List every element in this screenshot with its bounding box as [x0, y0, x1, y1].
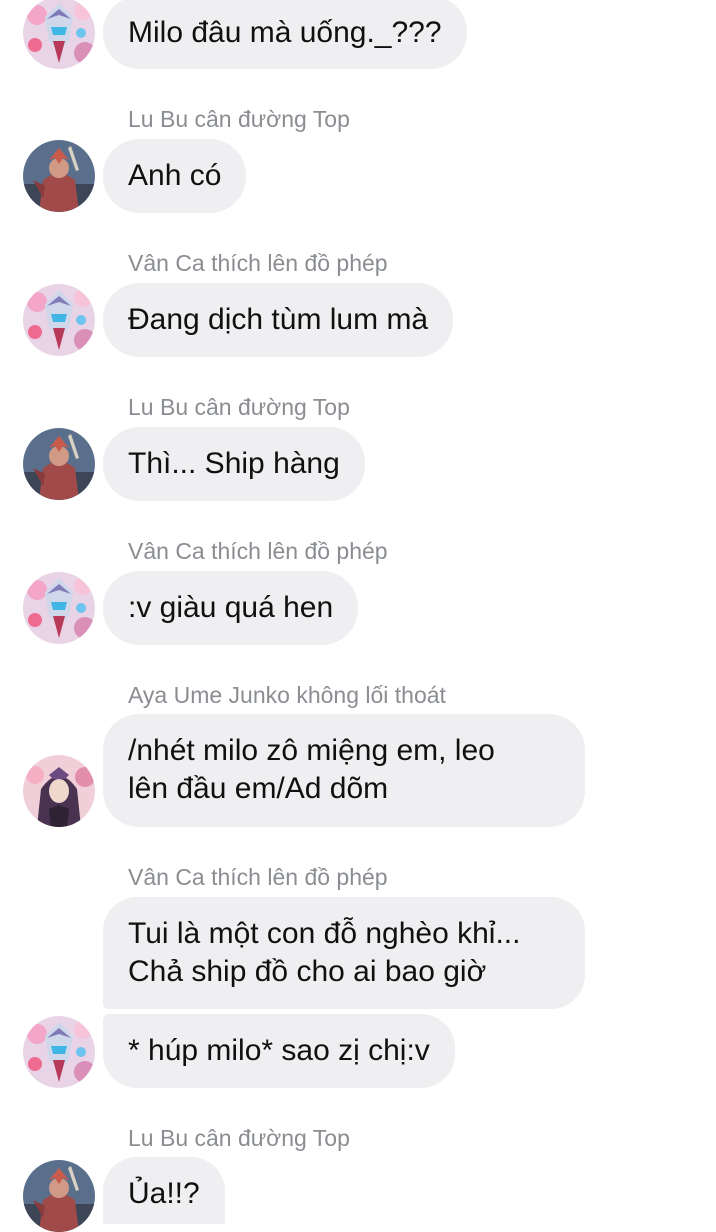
avatar[interactable]	[23, 572, 95, 644]
message-bubble[interactable]: Ủa!!?	[103, 1157, 225, 1224]
message-bubble[interactable]: Thì... Ship hàng	[103, 427, 365, 501]
message-text: Anh có	[128, 159, 222, 192]
message-text-line: Tui là một con đỗ nghèo khỉ...	[128, 917, 521, 950]
avatar[interactable]	[23, 428, 95, 500]
message-text-line: /nhét milo zô miệng em, leo	[128, 734, 495, 767]
message-text: Ủa!!?	[128, 1177, 200, 1210]
message-bubble[interactable]: Tui là một con đỗ nghèo khỉ... Chả ship …	[103, 897, 585, 1009]
message-bubble[interactable]: /nhét milo zô miệng em, leo lên đầu em/A…	[103, 714, 585, 827]
message-bubble[interactable]: :v giàu quá hen	[103, 571, 359, 645]
avatar[interactable]	[23, 1016, 95, 1088]
message-bubble[interactable]: * húp milo* sao zị chị:v	[103, 1014, 455, 1088]
sender-name: Lu Bu cân đường Top	[128, 106, 350, 132]
avatar[interactable]	[23, 284, 95, 356]
message-text: * húp milo* sao zị chị:v	[128, 1034, 430, 1067]
message-text-line: lên đầu em/Ad dõm	[128, 772, 389, 805]
message-bubble[interactable]: Anh có	[103, 139, 247, 213]
message-text: Thì... Ship hàng	[128, 447, 340, 480]
sender-name: Lu Bu cân đường Top	[128, 1125, 350, 1151]
avatar[interactable]	[23, 1160, 95, 1232]
chat-screen: { "messages": [ {"text": "Milo đâu mà uố…	[0, 0, 716, 1224]
message-text: Milo đâu mà uống._???	[128, 16, 442, 49]
avatar[interactable]	[23, 0, 95, 69]
avatar[interactable]	[23, 140, 95, 212]
sender-name: Vân Ca thích lên đồ phép	[128, 538, 388, 564]
message-bubble[interactable]: Đang dịch tùm lum mà	[103, 283, 454, 357]
sender-name: Lu Bu cân đường Top	[128, 394, 350, 420]
sender-name: Vân Ca thích lên đồ phép	[128, 250, 388, 276]
sender-name: Aya Ume Junko không lối thoát	[128, 682, 446, 708]
message-bubble[interactable]: Milo đâu mà uống._???	[103, 0, 467, 69]
message-text: Đang dịch tùm lum mà	[128, 303, 429, 336]
avatar[interactable]	[23, 755, 95, 827]
message-text-line: Chả ship đồ cho ai bao giờ	[128, 955, 487, 988]
message-text: :v giàu quá hen	[128, 591, 334, 624]
sender-name: Vân Ca thích lên đồ phép	[128, 864, 388, 890]
